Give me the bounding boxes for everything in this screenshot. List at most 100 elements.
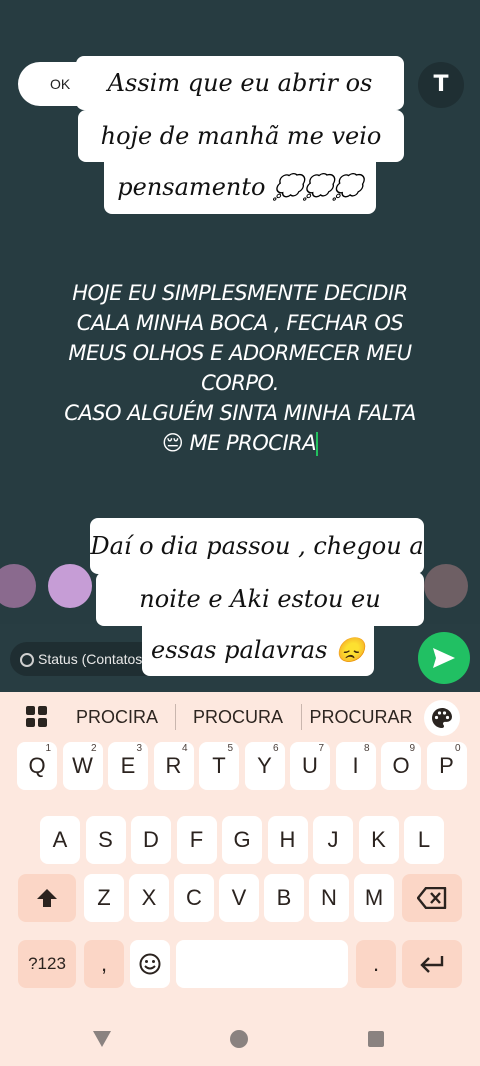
key-label: U — [302, 753, 318, 778]
key-s[interactable]: S — [85, 816, 126, 864]
key-e[interactable]: E3 — [108, 742, 148, 790]
key-label: G — [233, 827, 251, 852]
symbols-key[interactable]: ?123 — [18, 940, 76, 988]
key-hint: 5 — [227, 743, 233, 754]
status-text-line: CALA MINHA BOCA , FECHAR OS — [76, 311, 404, 335]
send-icon — [433, 648, 455, 668]
status-text-line: MEUS OLHOS E ADORMECER MEU — [68, 341, 412, 365]
nav-home-icon[interactable] — [230, 1030, 248, 1048]
key-hint: 3 — [136, 743, 142, 754]
key-u[interactable]: U7 — [290, 742, 330, 790]
key-label: F — [189, 827, 204, 852]
shift-key[interactable] — [18, 874, 76, 922]
key-z[interactable]: Z — [84, 874, 124, 922]
key-label: X — [141, 885, 157, 910]
key-r[interactable]: R4 — [153, 742, 194, 790]
key-label: R — [165, 753, 182, 778]
key-label: M — [364, 885, 384, 910]
key-label: C — [186, 885, 202, 910]
key-x[interactable]: X — [129, 874, 169, 922]
status-text-line: CASO ALGUÉM SINTA MINHA FALTA — [64, 401, 416, 425]
key-h[interactable]: H — [267, 816, 308, 864]
sticker-text: Daí o dia passou , chegou a — [90, 532, 424, 560]
space-key[interactable] — [176, 940, 348, 988]
nav-recents-icon[interactable] — [368, 1031, 384, 1047]
nav-back-icon[interactable] — [92, 1030, 112, 1048]
key-hint: 6 — [272, 743, 279, 754]
key-k[interactable]: K — [358, 816, 399, 864]
text-sticker-bottom-line-2[interactable]: noite e Aki estou eu digitando — [96, 572, 424, 667]
key-f[interactable]: F — [176, 816, 217, 864]
key-t[interactable]: T5 — [199, 742, 239, 790]
suggestion-divider — [301, 704, 302, 730]
key-hint: 8 — [363, 743, 370, 754]
key-i[interactable]: I8 — [335, 742, 376, 790]
key-n[interactable]: N — [309, 874, 349, 922]
key-label: W — [72, 753, 93, 778]
key-label: J — [327, 827, 339, 852]
status-text-input[interactable]: HOJE EU SIMPLESMENTE DECIDIR CALA MINHA … — [30, 278, 450, 458]
send-button[interactable] — [418, 632, 470, 684]
color-swatch[interactable] — [0, 564, 36, 608]
key-o[interactable]: O9 — [381, 742, 421, 790]
status-text-line: CORPO. — [201, 371, 279, 395]
color-swatch[interactable] — [424, 564, 468, 608]
text-sticker-top-line-3[interactable]: pensamento 💭💭💭 — [104, 160, 376, 214]
key-label: V — [231, 885, 247, 910]
sticker-text: pensamento 💭💭💭 — [117, 173, 363, 201]
key-g[interactable]: G — [222, 816, 262, 864]
text-sticker-top-line-1[interactable]: Assim que eu abrir os olhos — [76, 56, 404, 151]
key-label: L — [417, 827, 431, 852]
text-sticker-bottom-line-3[interactable]: essas palavras 😞 — [142, 624, 374, 676]
text-tool-button[interactable]: T — [418, 62, 464, 108]
color-swatch[interactable] — [48, 564, 92, 608]
apps-grid-icon[interactable] — [26, 706, 48, 728]
key-label: S — [98, 827, 113, 852]
suggestion-item[interactable]: PROCIRA — [62, 704, 172, 730]
keyboard: PROCIRA PROCURA PROCURAR ?123 , . Q1W2E3… — [0, 692, 480, 1010]
suggestion-item[interactable]: PROCURAR — [304, 704, 418, 730]
palette-icon — [432, 708, 452, 728]
key-label: P — [439, 753, 454, 778]
text-sticker-top-line-2[interactable]: hoje de manhã me veio esse — [78, 110, 404, 202]
key-a[interactable]: A — [40, 816, 80, 864]
key-m[interactable]: M — [354, 874, 394, 922]
key-label: A — [52, 827, 68, 852]
key-b[interactable]: B — [264, 874, 304, 922]
comma-key[interactable]: , — [84, 940, 124, 988]
text-cursor — [316, 432, 319, 456]
system-nav-bar — [0, 1010, 480, 1066]
key-hint: 4 — [181, 743, 188, 754]
period-key[interactable]: . — [356, 940, 396, 988]
key-y[interactable]: Y6 — [244, 742, 285, 790]
key-label: Q — [28, 753, 46, 778]
key-label: Z — [97, 885, 111, 910]
key-label: N — [321, 885, 337, 910]
status-icon — [20, 653, 34, 668]
key-p[interactable]: P0 — [426, 742, 467, 790]
key-hint: 7 — [318, 743, 324, 754]
shift-arrow-icon — [37, 889, 57, 907]
key-label: D — [143, 827, 159, 852]
key-j[interactable]: J — [313, 816, 353, 864]
theme-palette-button[interactable] — [424, 700, 460, 736]
key-v[interactable]: V — [219, 874, 259, 922]
key-label: Y — [257, 753, 272, 778]
key-l[interactable]: L — [404, 816, 444, 864]
key-d[interactable]: D — [131, 816, 171, 864]
suggestion-item[interactable]: PROCURA — [182, 704, 294, 730]
key-hint: 9 — [409, 743, 415, 754]
key-q[interactable]: Q1 — [17, 742, 57, 790]
status-editor: OK T Assim que eu abrir os olhos hoje de… — [0, 0, 480, 692]
backspace-key[interactable] — [402, 874, 462, 922]
key-label: I — [352, 753, 359, 778]
status-text-line: 😔 ME PROCIRA — [161, 431, 317, 455]
key-c[interactable]: C — [174, 874, 214, 922]
text-sticker-bottom-line-1[interactable]: Daí o dia passou , chegou a — [90, 518, 424, 574]
emoji-key[interactable] — [130, 940, 170, 988]
enter-arrow-icon — [420, 956, 444, 973]
enter-key[interactable] — [402, 940, 462, 988]
key-w[interactable]: W2 — [62, 742, 103, 790]
suggestion-divider — [175, 704, 176, 730]
key-hint: 1 — [45, 743, 51, 754]
